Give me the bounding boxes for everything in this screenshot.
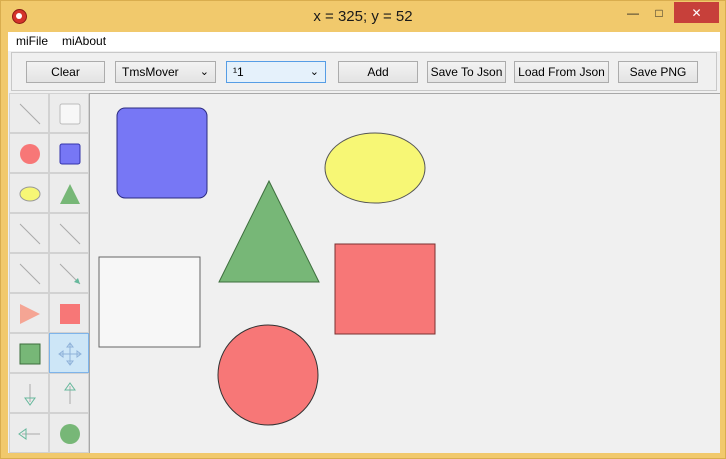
maximize-button[interactable]: □ xyxy=(646,2,672,23)
line-icon xyxy=(19,263,41,285)
line-icon xyxy=(19,103,41,125)
blue-square-icon xyxy=(59,143,81,165)
green-triangle[interactable] xyxy=(218,179,320,283)
white-square[interactable] xyxy=(98,256,201,348)
toolbar: Clear TmsMover ⌄ ¹1 ⌄ Add Save To Json L… xyxy=(11,52,717,91)
load-from-json-button[interactable]: Load From Json xyxy=(514,61,609,83)
add-button[interactable]: Add xyxy=(338,61,418,83)
menu-file[interactable]: miFile xyxy=(16,34,48,48)
tool-palette xyxy=(9,93,89,453)
tool-button[interactable] xyxy=(49,413,89,453)
green-square-icon xyxy=(19,343,41,365)
chevron-down-icon: ⌄ xyxy=(309,66,319,78)
drawing-canvas[interactable] xyxy=(89,93,720,453)
tool-button[interactable] xyxy=(49,173,89,213)
app-window: x = 325; y = 52 — □ ✕ miFile miAbout Cle… xyxy=(0,0,726,459)
canvas-drawing xyxy=(98,107,436,426)
green-circle-icon xyxy=(60,424,80,444)
window-title: x = 325; y = 52 xyxy=(313,8,413,25)
mode-select-value: TmsMover xyxy=(122,65,179,79)
move-cross-icon xyxy=(58,342,82,366)
arrow-down-icon xyxy=(24,384,36,406)
salmon-triangle-right-icon xyxy=(20,304,40,324)
mode-select[interactable]: TmsMover ⌄ xyxy=(115,61,216,83)
tool-button[interactable] xyxy=(49,333,89,373)
save-png-button[interactable]: Save PNG xyxy=(618,61,698,83)
tool-button[interactable] xyxy=(9,93,49,133)
red-circle[interactable] xyxy=(217,324,319,426)
tool-button[interactable] xyxy=(49,253,89,293)
arrow-left-icon xyxy=(18,428,40,440)
clear-button[interactable]: Clear xyxy=(26,61,105,83)
tool-button[interactable] xyxy=(9,293,49,333)
client-area: miFile miAbout Clear TmsMover ⌄ ¹1 ⌄ Add… xyxy=(8,32,720,453)
save-to-json-button[interactable]: Save To Json xyxy=(427,61,506,83)
tool-button[interactable] xyxy=(9,413,49,453)
tool-button[interactable] xyxy=(9,333,49,373)
tool-button[interactable] xyxy=(49,93,89,133)
line-icon xyxy=(19,223,41,245)
tool-button[interactable] xyxy=(9,173,49,213)
yellow-ellipse[interactable] xyxy=(324,132,426,204)
chevron-down-icon: ⌄ xyxy=(199,66,209,78)
line-icon xyxy=(59,223,81,245)
white-square-icon xyxy=(59,103,81,125)
tool-button[interactable] xyxy=(49,293,89,333)
layer-select[interactable]: ¹1 ⌄ xyxy=(226,61,326,83)
blue-rounded-square[interactable] xyxy=(116,107,208,199)
tool-button[interactable] xyxy=(9,133,49,173)
tool-button[interactable] xyxy=(9,213,49,253)
title-bar[interactable]: x = 325; y = 52 — □ ✕ xyxy=(1,1,725,32)
arrow-up-icon xyxy=(64,382,76,404)
menu-bar: miFile miAbout xyxy=(8,32,720,51)
red-circle-icon xyxy=(20,144,40,164)
red-square-icon xyxy=(60,304,80,324)
layer-select-value: ¹1 xyxy=(233,65,244,79)
tool-button[interactable] xyxy=(9,373,49,413)
menu-about[interactable]: miAbout xyxy=(62,34,106,48)
tool-button[interactable] xyxy=(49,133,89,173)
green-triangle-icon xyxy=(60,184,80,204)
tool-button[interactable] xyxy=(49,373,89,413)
tool-button[interactable] xyxy=(9,253,49,293)
close-button[interactable]: ✕ xyxy=(674,2,719,23)
red-square[interactable] xyxy=(334,243,436,335)
minimize-button[interactable]: — xyxy=(620,2,646,23)
yellow-ellipse-icon xyxy=(19,186,41,202)
tool-button[interactable] xyxy=(49,213,89,253)
arrow-line-icon xyxy=(59,263,81,285)
